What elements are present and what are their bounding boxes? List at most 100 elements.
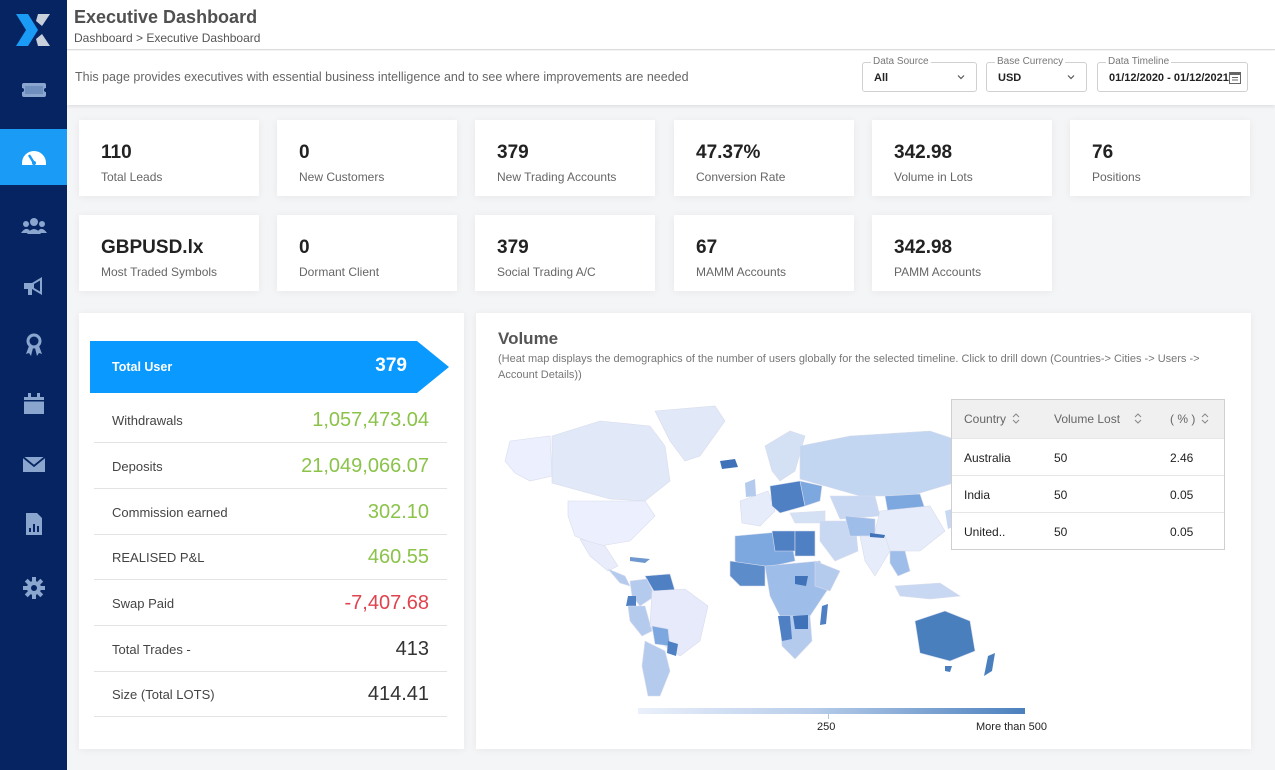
map-region-canada[interactable] (551, 420, 671, 502)
summary-label: Deposits (112, 459, 163, 474)
stat-card-new-customers[interactable]: 0 New Customers (277, 120, 457, 196)
sidebar-item-marketing[interactable] (0, 258, 67, 314)
base-currency-select[interactable]: Base Currency USD (986, 56, 1087, 92)
sidebar-item-dashboard[interactable] (0, 129, 67, 185)
world-heatmap[interactable] (490, 401, 1030, 701)
stat-value: 342.98 (894, 237, 953, 258)
map-region-india[interactable] (859, 535, 891, 577)
brand-logo-icon[interactable] (14, 12, 52, 48)
chevron-down-icon (1067, 75, 1075, 80)
sidebar-item-calendar[interactable] (0, 376, 67, 432)
map-region-australia[interactable] (914, 610, 976, 662)
map-region-indonesia[interactable] (894, 582, 961, 600)
summary-value: 302.10 (367, 501, 429, 523)
stat-card-conversion-rate[interactable]: 47.37% Conversion Rate (674, 120, 854, 196)
percent-cell: 2.46 (1170, 451, 1194, 465)
data-source-select[interactable]: Data Source All (862, 56, 977, 92)
page-header: Executive Dashboard Dashboard > Executiv… (67, 0, 1275, 50)
country-cell: United.. (964, 525, 1006, 539)
map-region-brazil[interactable] (649, 588, 709, 657)
map-region-tasmania[interactable] (945, 666, 952, 672)
stat-value: 379 (497, 237, 529, 258)
map-region-peru[interactable] (627, 605, 653, 637)
percent-cell: 0.05 (1170, 525, 1194, 539)
calendar-icon (23, 393, 44, 414)
settings-icon (22, 577, 45, 599)
map-region-madagascar[interactable] (820, 604, 828, 625)
sort-icon (1134, 413, 1142, 424)
stat-card-mamm-accounts[interactable]: 67 MAMM Accounts (674, 215, 854, 291)
sidebar-item-reports[interactable] (0, 496, 67, 552)
stat-card-social-trading[interactable]: 379 Social Trading A/C (475, 215, 655, 291)
sidebar-item-users[interactable] (0, 198, 67, 254)
volume-table: Country Volume Lost ( % ) Australia 50 2… (951, 399, 1225, 550)
page-title: Executive Dashboard (74, 7, 258, 27)
table-row[interactable]: United.. 50 0.05 (952, 512, 1224, 549)
data-timeline-picker[interactable]: Data Timeline 01/12/2020 - 01/12/2021 (1097, 56, 1248, 92)
sidebar-item-settings[interactable] (0, 560, 67, 616)
data-timeline-value: 01/12/2020 - 01/12/2021 (1109, 72, 1229, 84)
summary-label: Swap Paid (112, 596, 175, 611)
volume-description: (Heat map displays the demographics of t… (498, 353, 1200, 381)
map-region-bolivia[interactable] (651, 625, 671, 647)
sidebar-item-rewards[interactable] (0, 317, 67, 373)
summary-label: REALISED P&L (112, 550, 205, 565)
stat-label: Volume in Lots (894, 170, 973, 184)
stat-value: 110 (101, 142, 132, 163)
map-region-zimbabwe[interactable] (793, 615, 808, 629)
sidebar-item-tickets[interactable] (0, 62, 67, 118)
stat-label: Social Trading A/C (497, 265, 596, 279)
map-region-argentina[interactable] (641, 640, 671, 697)
chevron-down-icon (957, 75, 965, 80)
stat-card-dormant-client[interactable]: 0 Dormant Client (277, 215, 457, 291)
stat-card-most-traded-symbols[interactable]: GBPUSD.lx Most Traded Symbols (79, 215, 259, 291)
column-header-country[interactable]: Country (964, 412, 1020, 426)
map-region-scandinavia[interactable] (764, 430, 806, 482)
volume-heatmap-card: Volume (Heat map displays the demographi… (476, 313, 1251, 749)
map-region-iran-afghanistan[interactable] (844, 515, 876, 537)
map-region-cuba[interactable] (630, 557, 650, 563)
map-region-southeast-asia[interactable] (889, 550, 911, 577)
map-region-central-europe[interactable] (769, 480, 806, 514)
map-region-ecuador[interactable] (626, 596, 636, 606)
stat-card-positions[interactable]: 76 Positions (1070, 120, 1250, 196)
map-region-new-zealand[interactable] (984, 653, 995, 676)
calendar-icon[interactable] (1229, 71, 1241, 84)
map-region-iceland[interactable] (720, 459, 738, 469)
map-region-alaska[interactable] (504, 435, 553, 482)
map-region-namibia[interactable] (778, 616, 792, 641)
sidebar-item-mail[interactable] (0, 436, 67, 492)
data-timeline-label: Data Timeline (1106, 56, 1172, 68)
map-region-kazakhstan[interactable] (829, 495, 881, 520)
data-source-label: Data Source (871, 56, 931, 68)
map-region-egypt[interactable] (794, 530, 816, 557)
sort-icon (1012, 413, 1020, 424)
summary-label: Size (Total LOTS) (112, 687, 215, 702)
column-header-percent[interactable]: ( % ) (1170, 412, 1209, 426)
stat-label: Conversion Rate (696, 170, 786, 184)
stat-value: 0 (299, 237, 310, 258)
map-region-uk[interactable] (745, 479, 756, 497)
map-region-western-europe[interactable] (739, 490, 776, 527)
mail-icon (21, 456, 46, 472)
stat-value: 47.37% (696, 142, 761, 163)
map-region-libya[interactable] (771, 530, 796, 552)
stat-card-volume-in-lots[interactable]: 342.98 Volume in Lots (872, 120, 1052, 196)
table-row[interactable]: India 50 0.05 (952, 475, 1224, 512)
map-region-russia[interactable] (799, 430, 961, 497)
stat-card-total-leads[interactable]: 110 Total Leads (79, 120, 259, 196)
map-region-central-america[interactable] (607, 568, 631, 587)
column-header-volume-lost[interactable]: Volume Lost (1054, 412, 1142, 426)
sidebar (0, 0, 67, 770)
map-region-east-africa[interactable] (814, 560, 841, 592)
base-currency-label: Base Currency (995, 56, 1066, 68)
summary-row-total-trades: Total Trades - 413 (94, 626, 447, 672)
summary-row-realised-pnl: REALISED P&L 460.55 (94, 534, 447, 580)
summary-label: Withdrawals (112, 413, 183, 428)
stat-card-pamm-accounts[interactable]: 342.98 PAMM Accounts (872, 215, 1052, 291)
total-user-banner[interactable]: Total User 379 (90, 341, 417, 393)
stat-card-new-trading-accounts[interactable]: 379 New Trading Accounts (475, 120, 655, 196)
breadcrumb[interactable]: Dashboard > Executive Dashboard (74, 31, 260, 45)
table-row[interactable]: Australia 50 2.46 (952, 438, 1224, 475)
summary-value: -7,407.68 (344, 592, 429, 614)
